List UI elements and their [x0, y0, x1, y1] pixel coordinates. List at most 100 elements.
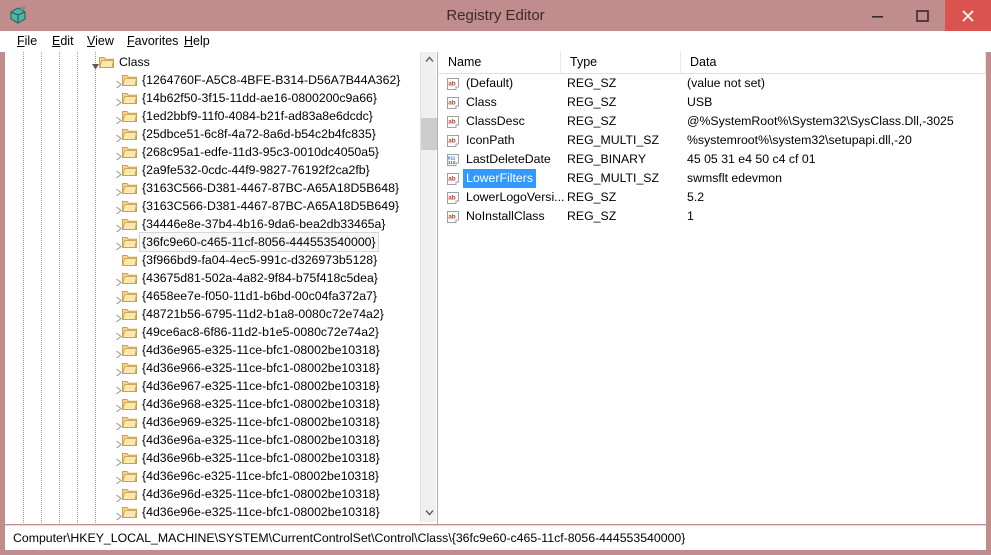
menu-bar: File Edit View Favorites Help: [0, 31, 991, 52]
folder-icon: [122, 271, 138, 285]
tree-vertical-scrollbar[interactable]: [420, 52, 437, 522]
menu-item-edit[interactable]: Edit: [45, 31, 81, 52]
tree-node-label: {36fc9e60-c465-11cf-8056-444553540000}: [139, 232, 379, 252]
tree-node[interactable]: {1ed2bbf9-11f0-4084-b21f-ad83a8e6dcdc}: [5, 107, 421, 125]
tree-node[interactable]: {1264760F-A5C8-4BFE-B314-D56A7B44A362}: [5, 71, 421, 89]
column-header-type[interactable]: Type: [561, 52, 681, 73]
tree-node[interactable]: {268c95a1-edfe-11d3-95c3-0010dc4050a5}: [5, 143, 421, 161]
registry-value-row[interactable]: ab NoInstallClass REG_SZ 1: [439, 207, 986, 226]
binary-value-icon: 011 110: [446, 153, 460, 167]
close-button[interactable]: [945, 0, 991, 31]
tree-node[interactable]: {4d36e96e-e325-11ce-bfc1-08002be10318}: [5, 503, 421, 521]
value-data: @%SystemRoot%\System32\SysClass.Dll,-302…: [687, 114, 954, 128]
value-type: REG_MULTI_SZ: [567, 171, 660, 185]
tree-node-label: {14b62f50-3f15-11dd-ae16-0800200c9a66}: [142, 91, 377, 105]
tree-node-label: {4d36e965-e325-11ce-bfc1-08002be10318}: [142, 343, 380, 357]
tree-node[interactable]: {4d36e968-e325-11ce-bfc1-08002be10318}: [5, 395, 421, 413]
tree-node[interactable]: {2a9fe532-0cdc-44f9-9827-76192f2ca2fb}: [5, 161, 421, 179]
tree-node-label: {4d36e96a-e325-11ce-bfc1-08002be10318}: [142, 433, 380, 447]
tree-node-label: {3163C566-D381-4467-87BC-A65A18D5B648}: [142, 181, 400, 195]
folder-icon: [122, 181, 138, 195]
tree-node[interactable]: {3163C566-D381-4467-87BC-A65A18D5B649}: [5, 197, 421, 215]
registry-value-row[interactable]: ab (Default) REG_SZ (value not set): [439, 74, 986, 93]
tree-node-label: {2a9fe532-0cdc-44f9-9827-76192f2ca2fb}: [142, 163, 370, 177]
svg-text:ab: ab: [448, 175, 456, 182]
column-header-name[interactable]: Name: [439, 52, 561, 73]
tree-node[interactable]: {3f966bd9-fa04-4ec5-991c-d326973b5128}: [5, 251, 421, 269]
tree-scrollbar-thumb[interactable]: [421, 118, 437, 150]
svg-text:ab: ab: [448, 137, 456, 144]
tree-node[interactable]: {4d36e966-e325-11ce-bfc1-08002be10318}: [5, 359, 421, 377]
registry-value-row[interactable]: ab LowerLogoVersi... REG_SZ 5.2: [439, 188, 986, 207]
tree-node[interactable]: {4d36e96c-e325-11ce-bfc1-08002be10318}: [5, 467, 421, 485]
tree-node-label: {3f966bd9-fa04-4ec5-991c-d326973b5128}: [142, 253, 378, 267]
tree-node-label: {4d36e966-e325-11ce-bfc1-08002be10318}: [142, 361, 380, 375]
tree-node[interactable]: {4d36e969-e325-11ce-bfc1-08002be10318}: [5, 413, 421, 431]
tree-node[interactable]: {4d36e96d-e325-11ce-bfc1-08002be10318}: [5, 485, 421, 503]
registry-value-row[interactable]: ab Class REG_SZ USB: [439, 93, 986, 112]
chevron-down-icon[interactable]: [421, 505, 437, 522]
tree-node[interactable]: Class: [5, 53, 421, 71]
current-key-path: Computer\HKEY_LOCAL_MACHINE\SYSTEM\Curre…: [13, 531, 686, 545]
value-data: 5.2: [687, 190, 705, 204]
tree-node[interactable]: {4658ee7e-f050-11d1-b6bd-00c04fa372a7}: [5, 287, 421, 305]
column-header-data[interactable]: Data: [681, 52, 986, 73]
tree-node[interactable]: {4d36e96b-e325-11ce-bfc1-08002be10318}: [5, 449, 421, 467]
tree-node[interactable]: {48721b56-6795-11d2-b1a8-0080c72e74a2}: [5, 305, 421, 323]
folder-icon: [122, 325, 138, 339]
tree-node[interactable]: {25dbce51-6c8f-4a72-8a6d-b54c2b4fc835}: [5, 125, 421, 143]
folder-icon: [122, 433, 138, 447]
tree-node[interactable]: {4d36e96a-e325-11ce-bfc1-08002be10318}: [5, 431, 421, 449]
value-data: 1: [687, 209, 694, 223]
folder-icon: [122, 163, 138, 177]
tree-node-label: {4d36e969-e325-11ce-bfc1-08002be10318}: [142, 415, 380, 429]
registry-tree: Class {1264760F-A5C8-4BFE-B314-D56A7B44A3…: [5, 53, 421, 521]
tree-node[interactable]: {4d36e965-e325-11ce-bfc1-08002be10318}: [5, 341, 421, 359]
folder-icon: [122, 127, 138, 141]
svg-text:ab: ab: [448, 213, 456, 220]
minimize-button[interactable]: [855, 0, 900, 31]
status-bar: Computer\HKEY_LOCAL_MACHINE\SYSTEM\Curre…: [5, 525, 986, 550]
value-name: (Default): [466, 76, 514, 90]
registry-tree-pane[interactable]: Class {1264760F-A5C8-4BFE-B314-D56A7B44A3…: [5, 52, 438, 524]
registry-value-row[interactable]: ab IconPath REG_MULTI_SZ %systemroot%\syste…: [439, 131, 986, 150]
tree-node-label: Class: [119, 55, 150, 69]
folder-icon: [99, 55, 115, 69]
tree-node[interactable]: {43675d81-502a-4a82-9f84-b75f418c5dea}: [5, 269, 421, 287]
folder-icon: [122, 217, 138, 231]
string-value-icon: ab: [446, 172, 460, 186]
tree-node[interactable]: {14b62f50-3f15-11dd-ae16-0800200c9a66}: [5, 89, 421, 107]
registry-value-row[interactable]: ab ClassDesc REG_SZ @%SystemRoot%\System32\…: [439, 112, 986, 131]
registry-values-pane[interactable]: Name Type Data ab (Default) REG_SZ (value not…: [439, 52, 986, 524]
registry-value-row[interactable]: 011 110 LastDeleteDate REG_BINARY 45 05 31 e…: [439, 150, 986, 169]
menu-item-view[interactable]: View: [80, 31, 121, 52]
string-value-icon: ab: [446, 115, 460, 129]
folder-icon: [122, 199, 138, 213]
tree-node-label: {25dbce51-6c8f-4a72-8a6d-b54c2b4fc835}: [142, 127, 376, 141]
menu-item-file[interactable]: File: [10, 31, 44, 52]
string-value-icon: ab: [446, 134, 460, 148]
string-value-icon: ab: [446, 191, 460, 205]
folder-icon: [122, 469, 138, 483]
folder-icon: [122, 145, 138, 159]
tree-node[interactable]: {34446e8e-37b4-4b16-9da6-bea2db33465a}: [5, 215, 421, 233]
string-value-icon: ab: [446, 96, 460, 110]
tree-node[interactable]: {4d36e967-e325-11ce-bfc1-08002be10318}: [5, 377, 421, 395]
tree-node[interactable]: {3163C566-D381-4467-87BC-A65A18D5B648}: [5, 179, 421, 197]
value-data: swmsflt edevmon: [687, 171, 782, 185]
value-data: USB: [687, 95, 713, 109]
tree-node[interactable]: {49ce6ac8-6f86-11d2-b1e5-0080c72e74a2}: [5, 323, 421, 341]
value-name: NoInstallClass: [466, 209, 545, 223]
title-bar: Registry Editor: [0, 0, 991, 31]
value-type: REG_SZ: [567, 114, 617, 128]
registry-value-row[interactable]: ab LowerFilters REG_MULTI_SZ swmsflt edevmo…: [439, 169, 986, 188]
folder-icon: [122, 415, 138, 429]
tree-node[interactable]: {36fc9e60-c465-11cf-8056-444553540000}: [5, 232, 421, 252]
chevron-up-icon[interactable]: [421, 52, 437, 69]
window-title: Registry Editor: [446, 7, 545, 24]
maximize-button[interactable]: [900, 0, 945, 31]
folder-icon: [122, 289, 138, 303]
registry-values-list: ab (Default) REG_SZ (value not set) ab Class R…: [439, 74, 986, 226]
menu-item-favorites[interactable]: Favorites: [120, 31, 185, 52]
menu-item-help[interactable]: Help: [177, 31, 217, 52]
